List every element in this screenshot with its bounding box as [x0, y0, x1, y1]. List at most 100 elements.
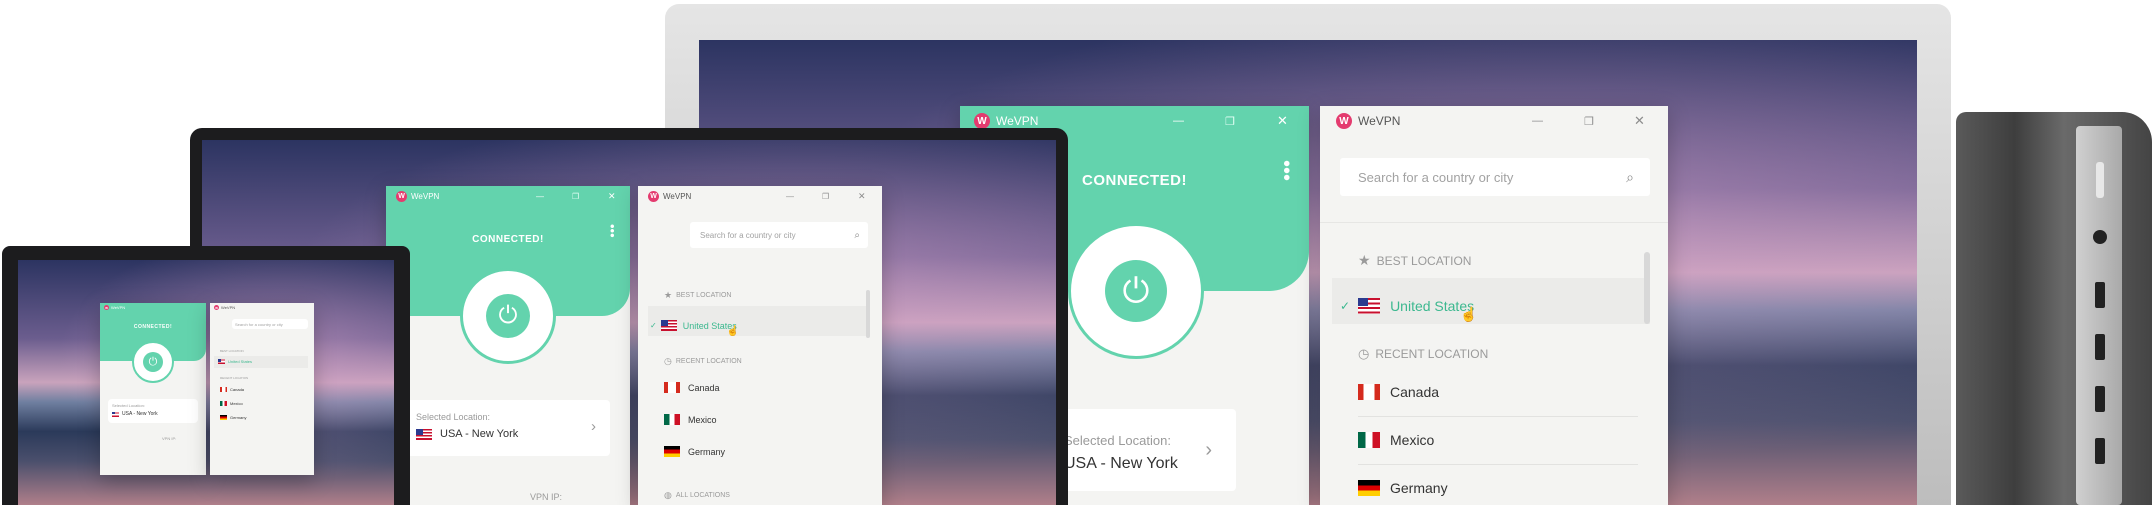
section-label: BEST LOCATION [220, 349, 244, 353]
titlebar: W WeVPN — ❐ ✕ [1320, 106, 1668, 136]
location-label: Germany [688, 446, 726, 457]
selected-location-caption: Selected Location: [1064, 433, 1171, 448]
power-icon[interactable]: ⏻ [486, 294, 530, 338]
list-item-canada[interactable]: Canada [664, 382, 720, 393]
app-title: WeVPN [996, 114, 1039, 128]
flag-ca-icon [664, 382, 680, 393]
selected-location-value: USA - New York [1064, 455, 1178, 472]
close-button[interactable]: ✕ [1277, 113, 1288, 129]
kebab-menu-icon[interactable]: ••• [605, 224, 620, 238]
usb-port [2095, 334, 2105, 360]
search-icon: ⌕ [1626, 168, 1634, 185]
list-item-united-states[interactable]: United States [218, 359, 252, 364]
list-item-germany[interactable]: Germany [1358, 480, 1448, 496]
small-main-window: W WeVPN CONNECTED! ⏻ Selected Location: … [100, 303, 206, 475]
section-label: BEST LOCATION [676, 292, 732, 299]
list-item-canada[interactable]: Canada [220, 387, 244, 392]
section-label: RECENT LOCATION [675, 358, 742, 365]
divider [1320, 222, 1668, 223]
minimize-button[interactable]: — [536, 192, 544, 201]
search-input[interactable]: Search for a country or city [232, 319, 308, 329]
small-device-wallpaper [18, 260, 394, 505]
location-label: Canada [230, 387, 245, 392]
scrollbar[interactable] [866, 290, 870, 338]
close-button[interactable]: ✕ [858, 191, 866, 202]
list-item-mexico[interactable]: Mexico [664, 414, 717, 425]
location-label: Mexico [230, 401, 243, 406]
flag-de-icon [664, 446, 680, 457]
maximize-button[interactable]: ❐ [572, 192, 579, 201]
search-placeholder: Search for a country or city [1358, 169, 1514, 185]
globe-icon: ◍ [664, 490, 672, 500]
selected-location-value: USA - New York [416, 428, 518, 440]
app-logo: W [648, 190, 659, 202]
list-item-mexico[interactable]: Mexico [220, 401, 243, 406]
app-title: WeVPN [1358, 114, 1401, 128]
location-label: Germany [230, 415, 247, 420]
section-best-location: ★ BEST LOCATION [664, 290, 731, 301]
selected-location-text: USA - New York [122, 411, 158, 417]
vpn-ip-label: VPN IP: [162, 436, 177, 441]
search-placeholder: Search for a country or city [700, 230, 796, 240]
app-logo: W [974, 113, 990, 129]
connection-status: CONNECTED! [133, 324, 173, 330]
medium-location-window: W WeVPN — ❐ ✕ Search for a country or ci… [638, 186, 882, 505]
location-label: Mexico [688, 414, 717, 425]
flag-us-icon [1358, 297, 1381, 314]
search-icon: ⌕ [854, 229, 860, 241]
flag-ca-icon [1358, 384, 1380, 400]
app-logo: W [104, 305, 109, 310]
minimize-button[interactable]: — [1532, 115, 1543, 127]
location-label: Canada [1390, 384, 1440, 400]
close-button[interactable]: ✕ [1634, 113, 1645, 129]
app-title: WeVPN [663, 191, 692, 201]
section-recent-location: ◷ RECENT LOCATION [664, 356, 742, 367]
titlebar: W WeVPN — ❐ ✕ [638, 186, 882, 206]
power-icon[interactable]: ⏻ [1105, 260, 1167, 322]
section-best-location: ★ BEST LOCATION [1358, 252, 1471, 269]
selected-location-caption: Selected Location: [112, 403, 145, 408]
usb-port [2095, 282, 2105, 308]
tower-power-button [2096, 162, 2104, 198]
app-logo: W [214, 305, 219, 310]
list-item-canada[interactable]: Canada [1358, 384, 1439, 400]
flag-mx-icon [664, 414, 680, 425]
usb-port [2095, 386, 2105, 412]
flag-de-icon [1358, 480, 1380, 496]
scrollbar[interactable] [1644, 252, 1650, 324]
list-item-germany[interactable]: Germany [220, 415, 246, 420]
flag-mx-icon [220, 401, 227, 406]
maximize-button[interactable]: ❐ [1225, 115, 1235, 128]
list-item-united-states[interactable]: ✓ United States ☝ [1340, 288, 1478, 323]
power-icon[interactable]: ⏻ [143, 352, 163, 372]
app-logo: W [1336, 113, 1352, 129]
search-input[interactable]: Search for a country or city ⌕ [1340, 158, 1650, 196]
connection-status: CONNECTED! [472, 234, 544, 245]
list-item-germany[interactable]: Germany [664, 446, 725, 457]
section-recent-location: ◷ RECENT LOCATION [1358, 346, 1488, 362]
clock-icon: ◷ [1358, 346, 1370, 361]
check-icon: ✓ [1340, 298, 1351, 313]
flag-ca-icon [220, 387, 227, 392]
list-item-mexico[interactable]: Mexico [1358, 432, 1434, 448]
selected-location-card[interactable]: Selected Location: USA - New York [108, 399, 198, 423]
minimize-button[interactable]: — [1173, 115, 1184, 127]
close-button[interactable]: ✕ [608, 191, 616, 202]
app-title: WeVPN [111, 305, 126, 310]
titlebar: W WeVPN [100, 303, 206, 312]
kebab-menu-icon[interactable]: ••• [1275, 160, 1297, 181]
selected-location-text: USA - New York [440, 428, 519, 440]
divider [1358, 416, 1638, 417]
search-placeholder: Search for a country or city [235, 321, 283, 327]
maximize-button[interactable]: ❐ [822, 192, 829, 201]
minimize-button[interactable]: — [786, 192, 794, 201]
selected-location-card[interactable]: Selected Location: USA - New York › [406, 400, 610, 456]
clock-icon: ◷ [664, 356, 672, 366]
titlebar: W WeVPN — ❐ ✕ [386, 186, 630, 206]
usb-port [2095, 438, 2105, 464]
list-item-united-states[interactable]: ✓ United States ☝ [650, 314, 739, 337]
flag-mx-icon [1358, 432, 1380, 448]
selected-location-card[interactable]: Selected Location: USA - New York › [1060, 409, 1236, 491]
maximize-button[interactable]: ❐ [1584, 115, 1594, 128]
search-input[interactable]: Search for a country or city ⌕ [690, 222, 868, 248]
